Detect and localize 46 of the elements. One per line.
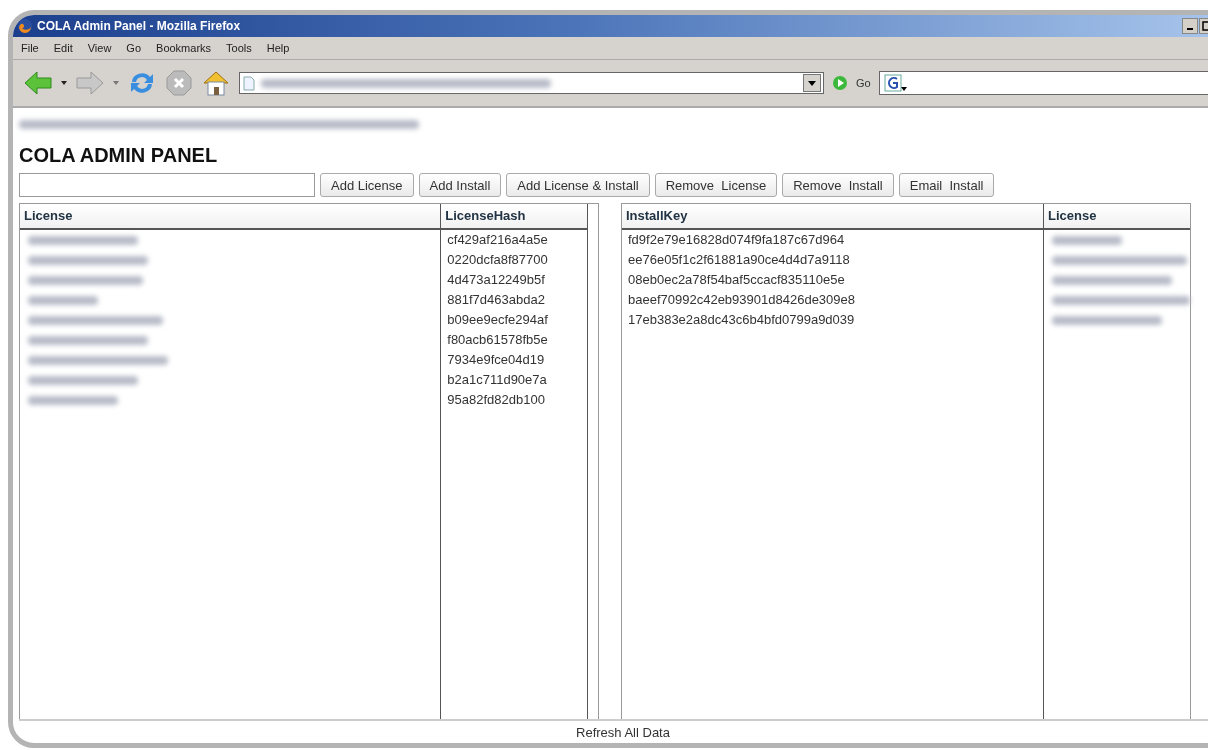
page-heading: COLA ADMIN PANEL: [19, 144, 219, 167]
stop-icon[interactable]: [165, 69, 193, 97]
table-cell-text: baeef70992c42eb93901d8426de309e8: [627, 291, 856, 309]
table-cell-text: 881f7d463abda2: [446, 291, 546, 309]
menu-item[interactable]: Help: [266, 42, 290, 54]
table-cell-text: b2a1c711d90e7a: [446, 371, 548, 389]
redacted-text: [1052, 235, 1122, 245]
go-icon[interactable]: [832, 75, 848, 91]
table-cell-text: f80acb61578fb5e: [446, 331, 549, 349]
search-engine-icon[interactable]: [883, 74, 908, 92]
table-cell-text: b09ee9ecfe294af: [446, 311, 549, 329]
action-button[interactable]: Add Install: [418, 173, 502, 197]
window-title: COLA Admin Panel - Mozilla Firefox: [37, 19, 241, 33]
table-cell-text: fd9f2e79e16828d074f9fa187c67d964: [627, 231, 846, 249]
table-cell-text: 7934e9fce04d19: [446, 351, 546, 369]
menu-item[interactable]: Tools: [226, 42, 252, 54]
menu-item[interactable]: View: [87, 42, 112, 54]
table-cell-text: 08eb0ec2a78f54baf5ccacf835110e5e: [627, 271, 846, 289]
menu-item[interactable]: Edit: [53, 42, 73, 54]
action-button[interactable]: Email Install: [898, 173, 995, 197]
go-button[interactable]: Go: [856, 77, 871, 89]
menu-item[interactable]: Bookmarks: [156, 42, 212, 54]
redacted-text: [28, 295, 98, 305]
browser-logo-icon: [17, 18, 33, 34]
action-button[interactable]: Add License & Install: [506, 173, 650, 197]
page-icon: [243, 75, 255, 91]
caret-icon[interactable]: [61, 81, 67, 85]
home-icon[interactable]: [201, 69, 231, 97]
action-button[interactable]: Remove License: [654, 173, 778, 197]
menu-item[interactable]: Go: [126, 42, 142, 54]
refresh-button[interactable]: Refresh All Data: [570, 721, 676, 743]
table-cell-text: 95a82fd82db100: [446, 391, 546, 409]
caret-icon: [808, 80, 816, 86]
table-cell-text: 17eb383e2a8dc43c6b4bfd0799a9d039: [627, 311, 856, 329]
dropdown-button[interactable]: [803, 74, 821, 92]
action-button[interactable]: Add License: [320, 173, 414, 197]
address-bar[interactable]: [239, 72, 824, 94]
table-cell-text: ee76e05f1c2f61881a90ce4d4d7a9118: [627, 251, 851, 269]
table-cell-text: 0220dcfa8f87700: [446, 251, 549, 269]
search-field[interactable]: [878, 71, 1208, 95]
action-button[interactable]: Remove Install: [782, 173, 894, 197]
table-cell-text: cf429af216a4a5e: [446, 231, 549, 249]
menu-item[interactable]: File: [21, 42, 39, 54]
table-cell-text: 4d473a12249b5f: [446, 271, 546, 289]
minimize-button[interactable]: [1182, 18, 1198, 34]
text-input[interactable]: [19, 173, 315, 197]
